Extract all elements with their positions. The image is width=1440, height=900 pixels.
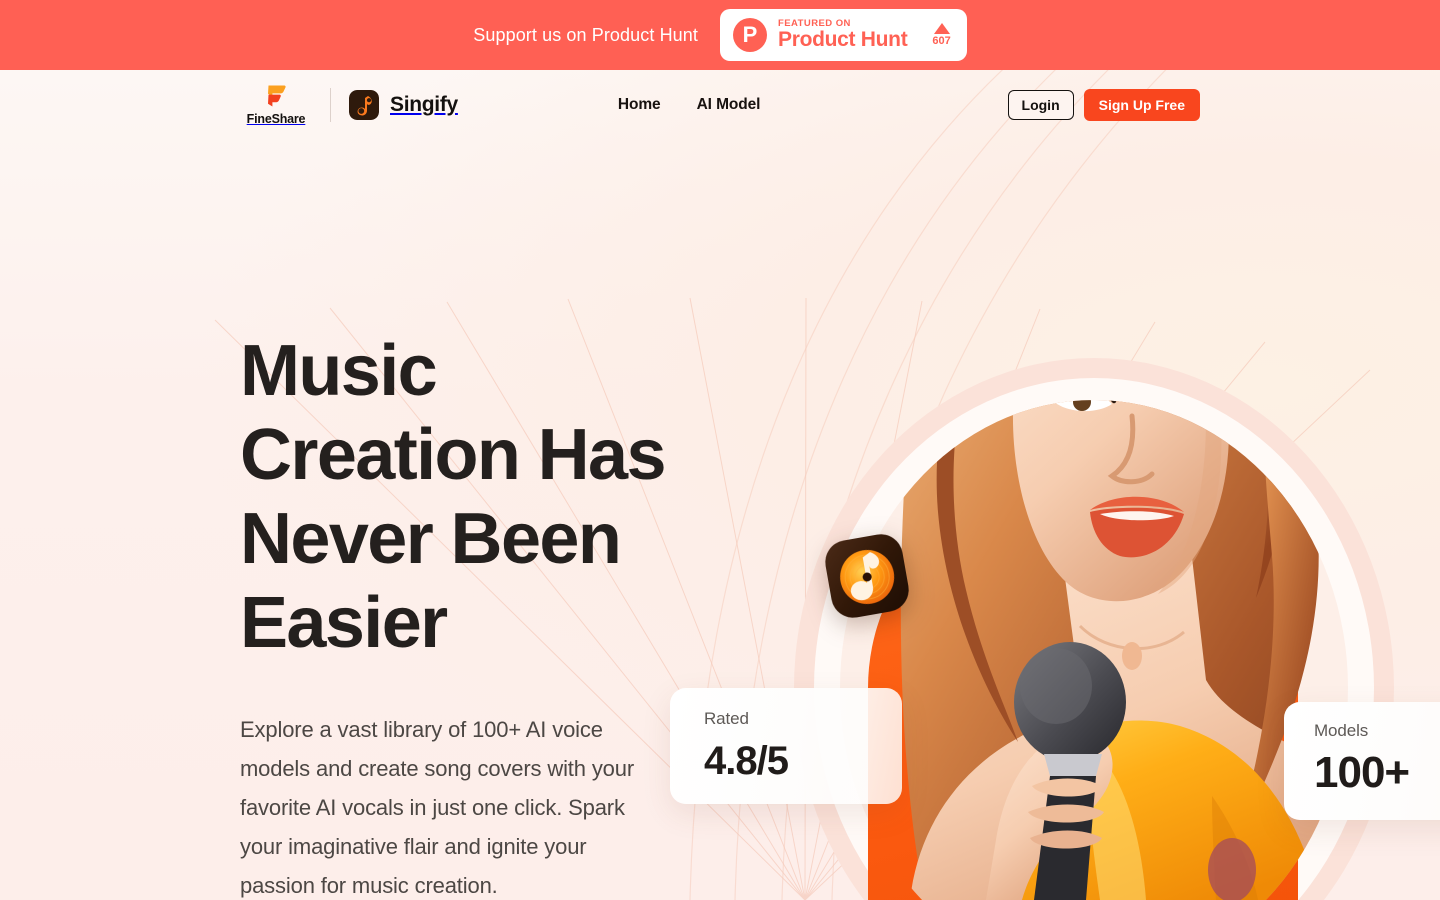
fineshare-name: FineShare	[246, 112, 306, 127]
product-hunt-name: Product Hunt	[778, 28, 908, 52]
triangle-up-icon	[933, 23, 950, 34]
product-hunt-badge-text: FEATURED ON Product Hunt	[778, 17, 908, 52]
stat-value-rated: 4.8/5	[704, 739, 789, 783]
hero-subtitle: Explore a vast library of 100+ AI voice …	[240, 716, 635, 899]
stat-card-models: Models 100+	[1284, 702, 1440, 820]
fineshare-logo-link[interactable]: FineShare	[240, 84, 312, 126]
nav-link-home[interactable]: Home	[618, 96, 661, 114]
nav-actions: Login Sign Up Free	[1007, 88, 1200, 122]
product-hunt-promo-banner: Support us on Product Hunt P FEATURED ON…	[0, 0, 1440, 70]
stat-label-rated: Rated	[704, 709, 749, 728]
product-hunt-badge[interactable]: P FEATURED ON Product Hunt 607	[720, 9, 967, 61]
singify-app-icon	[349, 90, 379, 120]
singify-name: Singify	[390, 93, 458, 116]
singify-logo-link[interactable]: Singify	[349, 90, 458, 120]
hero-copy: Music Creation Has Never Been Easier Exp…	[240, 330, 710, 900]
login-button[interactable]: Login	[1007, 89, 1074, 121]
hero-title: Music Creation Has Never Been Easier	[240, 331, 667, 663]
main-navbar: FineShare Singify Home AI Model Login Si…	[0, 70, 1440, 140]
brand-divider	[330, 88, 331, 122]
product-hunt-logo-letter: P	[742, 22, 758, 47]
singify-vinyl-note-icon	[825, 534, 909, 618]
nav-link-ai-model[interactable]: AI Model	[697, 96, 761, 114]
product-hunt-upvote[interactable]: 607	[932, 23, 951, 47]
stat-value-models: 100+	[1314, 748, 1410, 797]
upvote-count: 607	[932, 35, 951, 47]
product-hunt-logo-icon: P	[733, 18, 767, 52]
featured-on-label: FEATURED ON	[778, 17, 851, 29]
signup-free-button[interactable]: Sign Up Free	[1083, 88, 1200, 122]
stat-card-rated: Rated 4.8/5	[670, 688, 902, 804]
stat-label-models: Models	[1314, 721, 1369, 740]
brand-group: FineShare Singify	[240, 84, 458, 126]
page-root: Support us on Product Hunt P FEATURED ON…	[0, 0, 1440, 900]
promo-banner-text: Support us on Product Hunt	[473, 24, 698, 45]
nav-links: Home AI Model	[618, 96, 761, 114]
fineshare-f-logo-icon	[268, 85, 286, 107]
